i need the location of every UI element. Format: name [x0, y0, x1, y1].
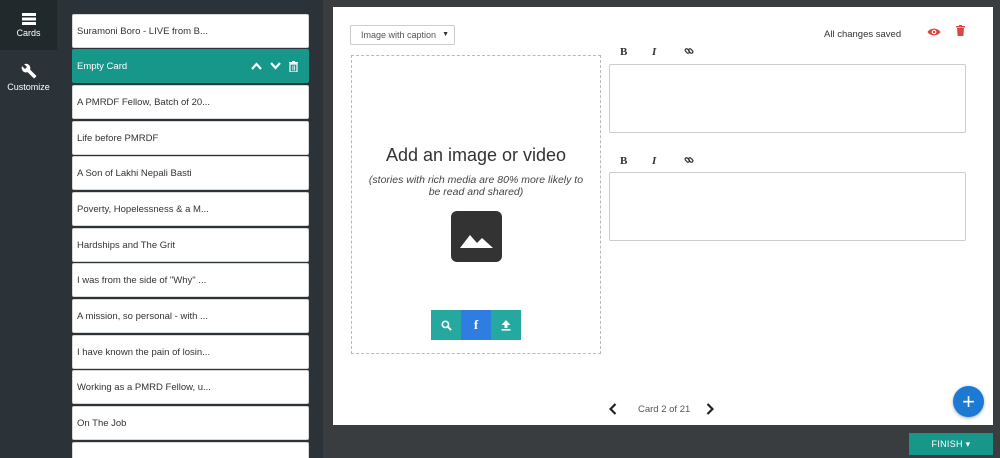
card-list-item[interactable]: Working as a PMRD Fellow, u... — [72, 370, 309, 404]
card-title: On The Job — [77, 417, 127, 429]
image-icon — [451, 211, 502, 262]
text-toolbar-1: B I — [620, 46, 716, 59]
link-icon — [684, 48, 694, 54]
rail-cards-button[interactable]: Cards — [0, 0, 57, 50]
text-toolbar-2: B I — [620, 155, 716, 168]
rail-customize-button[interactable]: Customize — [0, 50, 57, 105]
layout-select-value: Image with caption — [361, 30, 437, 40]
card-title: Working as a PMRD Fellow, u... — [77, 381, 211, 393]
caret-down-icon: ▼ — [442, 31, 449, 38]
card-controls — [251, 60, 308, 72]
chevron-up-icon — [251, 62, 262, 70]
media-subtitle: (stories with rich media are 80% more li… — [368, 174, 584, 198]
finish-label: FINISH ▾ — [931, 438, 971, 449]
italic-button[interactable]: I — [652, 46, 684, 59]
card-title: A mission, so personal - with ... — [77, 310, 208, 322]
card-list-item[interactable]: A PMRDF Fellow, Batch of 20... — [72, 85, 309, 119]
card-list-item[interactable]: Suramoni Boro - LIVE from B... — [72, 14, 309, 48]
card-list-item[interactable]: I have known the pain of losin... — [72, 335, 309, 369]
link-icon — [684, 157, 694, 163]
card-list-item[interactable]: A Son of Lakhi Nepali Basti — [72, 156, 309, 190]
bold-button[interactable]: B — [620, 155, 652, 168]
card-list-item[interactable]: Hardships and The Grit — [72, 228, 309, 262]
card-title: Empty Card — [77, 60, 128, 72]
card-list-item[interactable]: Life before PMRDF — [72, 121, 309, 155]
rail-customize-label: Customize — [7, 82, 50, 92]
chevron-down-icon — [270, 62, 281, 70]
card-list-item[interactable]: A mission, so personal - with ... — [72, 299, 309, 333]
card-list: Suramoni Boro - LIVE from B... Empty Car… — [57, 0, 323, 458]
delete-card-button[interactable] — [289, 60, 298, 72]
card-editor: Image with caption ▼ Add an image or vid… — [333, 7, 993, 425]
card-title: Suramoni Boro - LIVE from B... — [77, 25, 208, 37]
card-list-item-active[interactable]: Empty Card — [72, 49, 309, 83]
card-list-item-partial[interactable] — [72, 442, 309, 458]
card-pager: Card 2 of 21 — [333, 401, 993, 421]
trash-icon — [956, 25, 965, 36]
eye-icon — [927, 28, 941, 36]
caption-textbox-1[interactable] — [609, 64, 966, 133]
preview-button[interactable] — [927, 26, 941, 40]
bold-button[interactable]: B — [620, 46, 652, 59]
chevron-left-icon — [608, 403, 617, 415]
media-source-buttons: f — [431, 310, 521, 340]
italic-button[interactable]: I — [652, 155, 684, 168]
add-card-button[interactable]: + — [953, 386, 984, 417]
card-position: Card 2 of 21 — [638, 404, 691, 415]
search-icon — [440, 319, 452, 331]
move-down-button[interactable] — [270, 62, 281, 70]
cards-icon — [21, 12, 36, 25]
link-button[interactable] — [684, 155, 716, 168]
search-media-button[interactable] — [431, 310, 461, 340]
card-title: I have known the pain of losin... — [77, 346, 211, 358]
card-title: Life before PMRDF — [77, 132, 159, 144]
trash-icon — [289, 60, 298, 72]
card-title: Poverty, Hopelessness & a M... — [77, 203, 209, 215]
card-list-item[interactable]: I was from the side of "Why" ... — [72, 263, 309, 297]
rail-cards-label: Cards — [16, 27, 41, 38]
card-title: A PMRDF Fellow, Batch of 20... — [77, 96, 211, 108]
card-title: I was from the side of "Why" ... — [77, 274, 207, 286]
media-dropzone[interactable]: Add an image or video (stories with rich… — [351, 55, 601, 354]
finish-button[interactable]: FINISH ▾ — [909, 433, 993, 455]
chevron-right-icon — [706, 403, 715, 415]
layout-select[interactable]: Image with caption ▼ — [350, 25, 455, 45]
media-title: Add an image or video — [385, 145, 567, 165]
upload-media-button[interactable] — [491, 310, 521, 340]
caption-textbox-2[interactable] — [609, 172, 966, 241]
next-card-button[interactable] — [706, 403, 715, 418]
prev-card-button[interactable] — [608, 403, 617, 418]
card-list-item[interactable]: On The Job — [72, 406, 309, 440]
delete-button[interactable] — [956, 25, 965, 39]
left-rail: Cards Customize — [0, 0, 57, 458]
facebook-icon: f — [473, 317, 479, 332]
upload-icon — [501, 319, 511, 331]
move-up-button[interactable] — [251, 62, 262, 70]
plus-icon: + — [962, 388, 975, 414]
card-title: Hardships and The Grit — [77, 239, 176, 251]
facebook-media-button[interactable]: f — [461, 310, 491, 340]
link-button[interactable] — [684, 46, 716, 59]
wrench-icon — [21, 63, 36, 79]
card-title: A Son of Lakhi Nepali Basti — [77, 167, 192, 179]
card-list-item[interactable]: Poverty, Hopelessness & a M... — [72, 192, 309, 226]
save-status: All changes saved — [824, 29, 902, 40]
